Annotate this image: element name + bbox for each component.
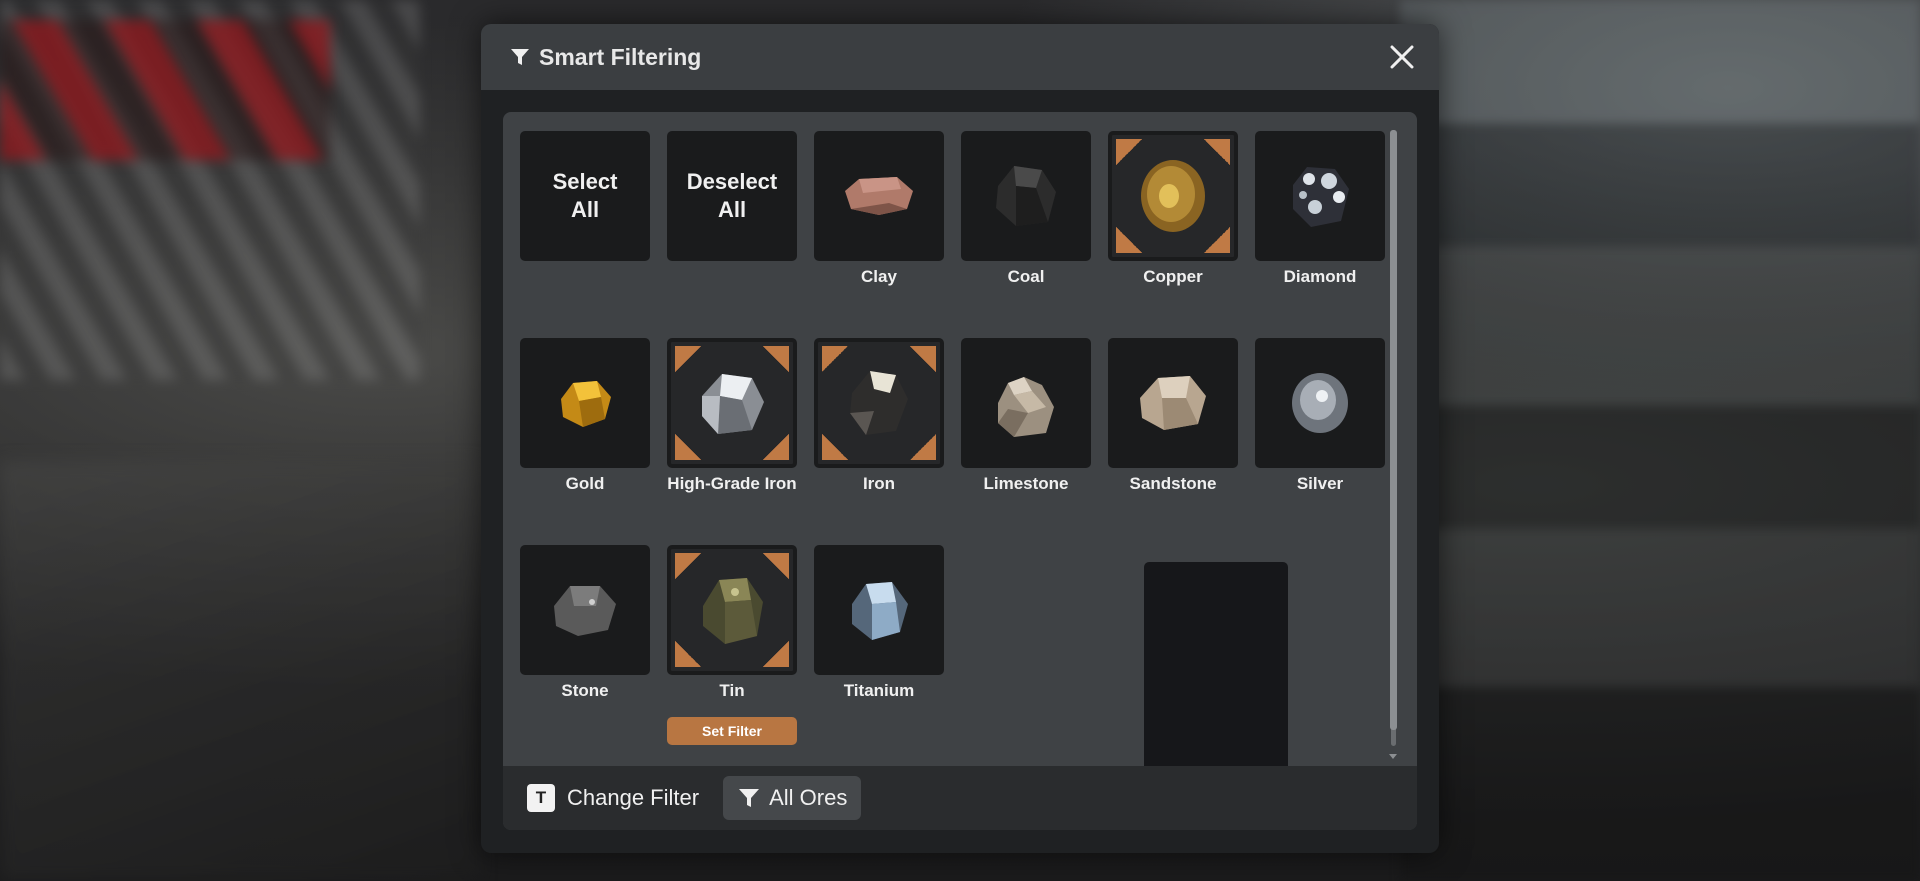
ore-label: Copper xyxy=(1143,267,1203,286)
focused-tile-frame xyxy=(1144,562,1288,775)
ore-tile-image xyxy=(1108,131,1238,261)
selection-corner xyxy=(910,346,936,372)
ore-tile-limestone[interactable]: Limestone xyxy=(961,338,1091,493)
ore-tile-coal[interactable]: Coal xyxy=(961,131,1091,286)
footer-bar: T Change Filter All Ores xyxy=(503,766,1417,830)
background-blur-shelf xyxy=(1400,0,1920,881)
close-button[interactable] xyxy=(1387,42,1417,72)
ore-label: Sandstone xyxy=(1129,474,1217,493)
ore-tile-image xyxy=(1255,131,1385,261)
selection-corner xyxy=(675,346,701,372)
selection-corner xyxy=(1116,227,1142,253)
iron-ore-icon xyxy=(844,365,914,441)
ore-grid: Select All Deselect All Clay Coal Copper… xyxy=(503,112,1403,775)
ore-tile-iron[interactable]: Iron xyxy=(814,338,944,493)
ore-label: Iron xyxy=(862,474,896,493)
scroll-down-arrow-icon[interactable] xyxy=(1389,752,1397,760)
dialog-title: Smart Filtering xyxy=(539,43,702,70)
ore-tile-image xyxy=(667,545,797,675)
diamond-ore-icon xyxy=(1285,159,1355,233)
ore-filter-panel: Select All Deselect All Clay Coal Copper… xyxy=(503,112,1417,830)
set-filter-button[interactable]: Set Filter xyxy=(667,717,797,745)
ore-tile-diamond[interactable]: Diamond xyxy=(1255,131,1385,286)
selection-corner xyxy=(1116,139,1142,165)
ore-label: Clay xyxy=(861,267,897,286)
all-ores-label: All Ores xyxy=(769,785,848,810)
ore-tile-stone[interactable]: Stone xyxy=(520,545,650,700)
ore-label: Stone xyxy=(561,681,609,700)
deselect-all-tile: Deselect All xyxy=(667,131,797,261)
ore-tile-image xyxy=(814,545,944,675)
selection-corner xyxy=(822,346,848,372)
ore-tile-gold[interactable]: Gold xyxy=(520,338,650,493)
selection-corner xyxy=(910,434,936,460)
scrollbar-thumb[interactable] xyxy=(1390,130,1397,730)
selection-corner xyxy=(675,434,701,460)
limestone-ore-icon xyxy=(988,363,1064,443)
ore-tile-image xyxy=(520,338,650,468)
selection-corner xyxy=(763,641,789,667)
selection-corner xyxy=(1204,227,1230,253)
selection-corner xyxy=(763,553,789,579)
tin-ore-icon xyxy=(695,570,769,650)
ore-label: Coal xyxy=(1007,267,1045,286)
filter-icon xyxy=(737,786,761,810)
gold-ore-icon xyxy=(555,375,615,431)
ore-label: Gold xyxy=(565,474,605,493)
ore-tile-image xyxy=(1108,338,1238,468)
deselect-all-label: Deselect All xyxy=(686,169,778,222)
ore-tile-image xyxy=(961,131,1091,261)
smart-filtering-dialog: Smart Filtering Select All Deselect All xyxy=(481,24,1439,853)
ore-tile-image xyxy=(814,338,944,468)
stone-ore-icon xyxy=(548,578,622,642)
filter-icon xyxy=(509,46,531,68)
selection-corner xyxy=(822,434,848,460)
ore-tile-high-grade-iron[interactable]: High-Grade Iron xyxy=(667,338,797,493)
selection-corner xyxy=(763,346,789,372)
background-blur-red xyxy=(0,20,330,160)
copper-ore-icon xyxy=(1135,156,1211,236)
ore-tile-copper[interactable]: Copper xyxy=(1108,131,1238,286)
ore-tile-tin[interactable]: Tin Set Filter xyxy=(667,545,797,745)
ore-label: Limestone xyxy=(983,474,1069,493)
ore-label: Tin xyxy=(719,681,745,700)
select-all-tile: Select All xyxy=(520,131,650,261)
deselect-all-button[interactable]: Deselect All xyxy=(667,131,797,261)
ore-tile-image xyxy=(667,338,797,468)
silver-ore-icon xyxy=(1288,370,1352,436)
close-icon xyxy=(1389,44,1415,70)
dialog-header: Smart Filtering xyxy=(481,24,1439,90)
scrollbar[interactable] xyxy=(1389,124,1397,760)
ore-label: Silver xyxy=(1296,474,1344,493)
ore-label: Diamond xyxy=(1283,267,1357,286)
change-filter-label: Change Filter xyxy=(567,785,700,810)
ore-tile-image xyxy=(520,545,650,675)
selection-corner xyxy=(763,434,789,460)
key-hint-t: T xyxy=(527,784,555,812)
ore-tile-titanium[interactable]: Titanium xyxy=(814,545,944,700)
ore-tile-clay[interactable]: Clay xyxy=(814,131,944,286)
clay-ore-icon xyxy=(839,171,919,221)
ore-tile-image xyxy=(1255,338,1385,468)
selection-corner xyxy=(675,641,701,667)
ore-tile-image xyxy=(961,338,1091,468)
ore-label: High-Grade Iron xyxy=(667,474,797,493)
ore-tile-sandstone[interactable]: Sandstone xyxy=(1108,338,1238,493)
ore-label: Titanium xyxy=(843,681,915,700)
select-all-button[interactable]: Select All xyxy=(520,131,650,261)
high-grade-iron-ore-icon xyxy=(694,366,770,440)
ore-tile-image xyxy=(814,131,944,261)
ore-tile-silver[interactable]: Silver xyxy=(1255,338,1385,493)
selection-corner xyxy=(1204,139,1230,165)
selection-corner xyxy=(675,553,701,579)
coal-ore-icon xyxy=(986,156,1066,236)
sandstone-ore-icon xyxy=(1134,368,1212,438)
all-ores-filter-button[interactable]: All Ores xyxy=(723,776,862,820)
select-all-label: Select All xyxy=(552,169,618,222)
background-blur-floor xyxy=(0,461,480,881)
titanium-ore-icon xyxy=(844,574,914,646)
